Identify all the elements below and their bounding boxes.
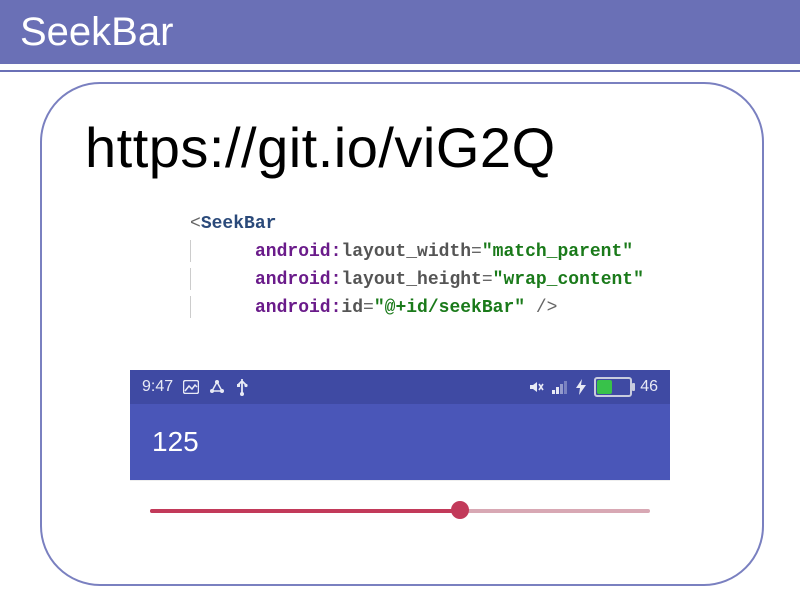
- code-attr-id: id: [341, 298, 363, 318]
- divider: [0, 70, 800, 72]
- charging-icon: [576, 379, 586, 395]
- code-ns: android:: [255, 270, 341, 290]
- code-punct: <: [190, 214, 201, 234]
- code-line-1: <SeekBar: [190, 210, 644, 238]
- app-bar: 125: [130, 404, 670, 480]
- code-snippet: <SeekBar android:layout_width="match_par…: [190, 210, 644, 322]
- battery-icon: [594, 377, 632, 397]
- usb-icon: [235, 378, 249, 396]
- code-line-3: android:layout_height="wrap_content": [190, 266, 644, 294]
- url-text: https://git.io/viG2Q: [85, 115, 556, 180]
- image-icon: [183, 380, 199, 394]
- slide-title-bar: SeekBar: [0, 0, 800, 70]
- code-line-2: android:layout_width="match_parent": [190, 238, 644, 266]
- status-bar: 9:47 46: [130, 370, 670, 404]
- code-close: />: [525, 298, 557, 318]
- status-time: 9:47: [142, 378, 173, 396]
- code-val-id: "@+id/seekBar": [374, 298, 525, 318]
- code-ns: android:: [255, 298, 341, 318]
- code-val-height: "wrap_content": [493, 270, 644, 290]
- seekbar-track-fill: [150, 509, 460, 513]
- seekbar-thumb[interactable]: [451, 501, 469, 519]
- status-right: 46: [528, 377, 658, 397]
- battery-text: 46: [640, 378, 658, 396]
- code-attr-width: layout_width: [341, 242, 471, 262]
- code-attr-height: layout_height: [341, 270, 481, 290]
- code-line-4: android:id="@+id/seekBar" />: [190, 294, 644, 322]
- seekbar-row: [130, 480, 670, 537]
- mute-icon: [528, 379, 544, 395]
- code-ns: android:: [255, 242, 341, 262]
- share-icon: [209, 379, 225, 395]
- signal-icon: [552, 380, 568, 394]
- code-val-width: "match_parent": [482, 242, 633, 262]
- seekbar-value: 125: [152, 426, 199, 458]
- phone-preview: 9:47 46: [130, 370, 670, 537]
- slide-title: SeekBar: [20, 10, 173, 55]
- code-tagname: SeekBar: [201, 214, 277, 234]
- status-left: 9:47: [142, 378, 249, 396]
